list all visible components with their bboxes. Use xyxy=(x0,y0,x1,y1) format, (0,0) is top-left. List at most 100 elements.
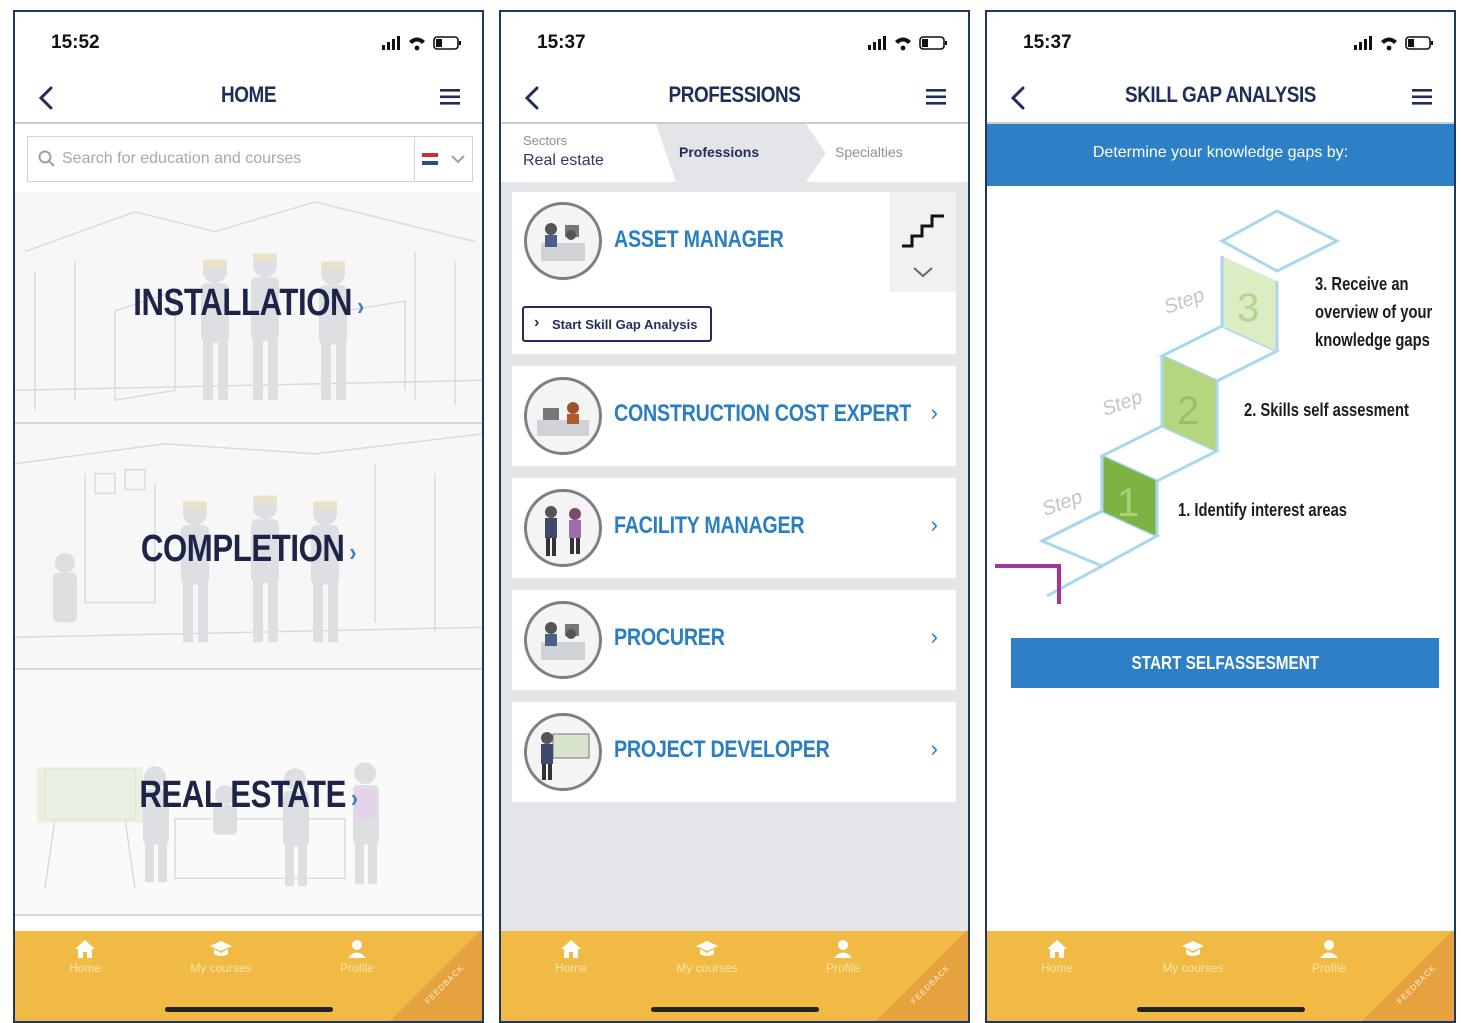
nav-bar: SKILL GAP ANALYSIS xyxy=(987,72,1454,124)
hamburger-menu-icon[interactable] xyxy=(924,86,950,108)
profession-name: ASSET MANAGER xyxy=(614,226,784,253)
sector-card-completion[interactable]: COMPLETION › xyxy=(15,424,482,670)
status-time: 15:52 xyxy=(51,32,100,53)
tab-label: Home xyxy=(1040,961,1073,975)
sector-name: REAL ESTATE xyxy=(139,774,347,816)
info-banner: Determine your knowledge gaps by: xyxy=(987,124,1454,186)
skill-gap-toggle[interactable] xyxy=(890,192,956,292)
profession-name: FACILITY MANAGER xyxy=(614,512,805,539)
tab-label: My courses xyxy=(676,961,738,975)
chevron-right-icon: › xyxy=(930,512,938,537)
step-3-label-line: knowledge gaps xyxy=(1315,330,1430,350)
home-icon xyxy=(1047,940,1067,958)
breadcrumb-caption: Sectors xyxy=(523,133,568,148)
profession-avatar xyxy=(524,377,602,455)
breadcrumb: Sectors Real estate Professions Specialt… xyxy=(501,124,968,182)
sector-label: REAL ESTATE › xyxy=(57,774,440,817)
back-arrow-icon[interactable] xyxy=(521,84,545,112)
page-title: PROFESSIONS xyxy=(668,82,801,107)
button-label: START SELFASSESMENT xyxy=(1131,652,1319,673)
profession-avatar xyxy=(524,601,602,679)
back-arrow-icon[interactable] xyxy=(1007,84,1031,112)
start-selfassesment-button[interactable]: START SELFASSESMENT xyxy=(1011,638,1439,688)
tab-label: My courses xyxy=(1162,961,1224,975)
step-2-number: 2 xyxy=(1177,389,1199,433)
tab-label: My courses xyxy=(190,961,252,975)
status-bar: 15:37 xyxy=(501,12,968,72)
home-indicator xyxy=(164,1007,333,1012)
profile-icon xyxy=(348,940,366,958)
chevron-down-icon xyxy=(913,267,933,278)
phone-screen-home: 15:52 HOME Search for education and cour… xyxy=(13,10,484,1023)
step-word: Step xyxy=(1161,284,1207,319)
tab-label: Profile xyxy=(1311,961,1346,975)
chevron-down-icon[interactable] xyxy=(450,153,466,165)
feedback-corner[interactable] xyxy=(390,931,482,1021)
profession-card-procurer[interactable]: PROCURER › xyxy=(512,590,956,690)
step-2-label: 2. Skills self assesment xyxy=(1244,400,1409,420)
feedback-corner[interactable] xyxy=(1362,931,1454,1021)
graduation-cap-icon xyxy=(210,941,232,956)
breadcrumb-value: Real estate xyxy=(523,152,604,169)
chevron-right-icon: › xyxy=(350,783,358,813)
breadcrumb-professions[interactable]: Professions xyxy=(679,144,759,160)
page-title: SKILL GAP ANALYSIS xyxy=(1125,82,1316,107)
profession-card-project-developer[interactable]: PROJECT DEVELOPER › xyxy=(512,702,956,802)
back-arrow-icon[interactable] xyxy=(35,84,59,112)
tab-my-courses[interactable]: My courses xyxy=(181,939,261,975)
corner-bracket xyxy=(995,564,1061,604)
step-1-label: 1. Identify interest areas xyxy=(1178,500,1347,520)
phone-screen-skill-gap-analysis: 15:37 SKILL GAP ANALYSIS Determine your … xyxy=(985,10,1456,1023)
tab-profile[interactable]: Profile xyxy=(1289,939,1369,975)
phone-screen-professions: 15:37 PROFESSIONS Sectors Real estate Pr… xyxy=(499,10,970,1023)
tab-my-courses[interactable]: My courses xyxy=(667,939,747,975)
tab-home[interactable]: Home xyxy=(531,939,611,975)
profession-name: PROJECT DEVELOPER xyxy=(614,736,830,763)
profession-avatar xyxy=(524,202,602,280)
step-word: Step xyxy=(1039,486,1085,521)
home-icon xyxy=(561,940,581,958)
profession-card-construction-cost-expert[interactable]: CONSTRUCTION COST EXPERT › xyxy=(512,366,956,466)
tab-my-courses[interactable]: My courses xyxy=(1153,939,1233,975)
search-input[interactable] xyxy=(62,137,412,181)
breadcrumb-specialties[interactable]: Specialties xyxy=(835,144,903,160)
profession-card-asset-manager[interactable]: ASSET MANAGER › Start Skill Gap Analysis xyxy=(512,192,956,354)
feedback-corner[interactable] xyxy=(876,931,968,1021)
step-word: Step xyxy=(1099,386,1145,421)
page-title: HOME xyxy=(220,82,277,107)
step-3-label-line: overview of your xyxy=(1315,302,1433,322)
status-bar: 15:37 xyxy=(987,12,1454,72)
tab-profile[interactable]: Profile xyxy=(317,939,397,975)
status-time: 15:37 xyxy=(537,32,586,53)
divider xyxy=(414,137,415,181)
sector-card-installation[interactable]: INSTALLATION › xyxy=(15,192,482,424)
home-indicator xyxy=(650,1007,819,1012)
status-icons xyxy=(1354,36,1433,51)
tab-home[interactable]: Home xyxy=(45,939,125,975)
chevron-right-icon: › xyxy=(357,291,364,321)
hamburger-menu-icon[interactable] xyxy=(1410,86,1436,108)
chevron-right-icon: › xyxy=(930,624,938,649)
start-skill-gap-analysis-button[interactable]: › Start Skill Gap Analysis xyxy=(522,306,712,342)
stairs-icon xyxy=(902,214,944,248)
status-icons xyxy=(382,36,461,51)
sector-name: INSTALLATION xyxy=(133,282,353,324)
dutch-flag-icon[interactable] xyxy=(422,153,438,165)
profession-name: PROCURER xyxy=(614,624,725,651)
tab-home[interactable]: Home xyxy=(1017,939,1097,975)
tab-label: Home xyxy=(554,961,587,975)
step-3-label-line: 3. Receive an xyxy=(1315,274,1409,294)
tab-profile[interactable]: Profile xyxy=(803,939,883,975)
profession-card-facility-manager[interactable]: FACILITY MANAGER › xyxy=(512,478,956,578)
search-icon xyxy=(38,150,55,167)
step-3-label: 3. Receive an overview of your knowledge… xyxy=(1315,270,1432,354)
step-1-number: 1 xyxy=(1117,481,1139,525)
graduation-cap-icon xyxy=(696,941,718,956)
chevron-right-icon: › xyxy=(534,314,540,331)
status-icons xyxy=(868,36,947,51)
hamburger-menu-icon[interactable] xyxy=(438,86,464,108)
sector-label: COMPLETION › xyxy=(57,528,440,571)
sector-card-real-estate[interactable]: REAL ESTATE › xyxy=(15,670,482,916)
chevron-right-icon: › xyxy=(930,400,938,425)
chevron-right-icon: › xyxy=(930,736,938,761)
